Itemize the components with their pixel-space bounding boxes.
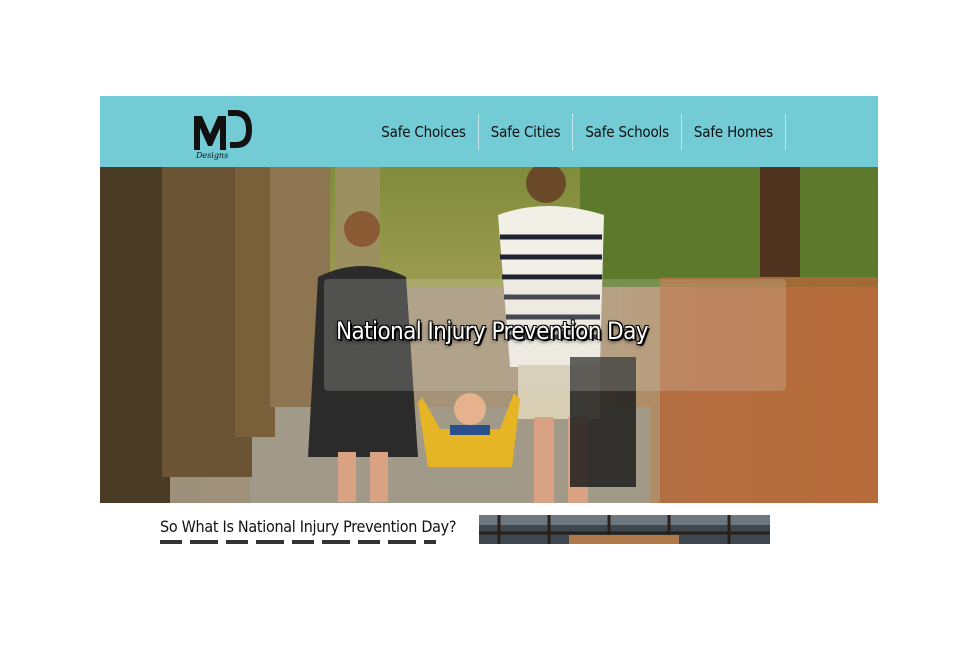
article-text-preview (160, 540, 438, 544)
article-title: So What Is National Injury Prevention Da… (160, 517, 457, 536)
nav-item-safe-schools[interactable]: Safe Schools (573, 114, 682, 150)
main-nav: Safe Choices Safe Cities Safe Schools Sa… (369, 114, 786, 150)
nav-item-safe-choices[interactable]: Safe Choices (369, 114, 479, 150)
nav-item-safe-cities[interactable]: Safe Cities (479, 114, 574, 150)
logo-subtext: Designs (195, 151, 228, 160)
article-image (479, 515, 770, 544)
md-logo-icon: Designs (194, 110, 252, 160)
article-section: So What Is National Injury Prevention Da… (100, 503, 878, 544)
site-logo[interactable]: Designs (190, 102, 254, 160)
hero-banner: National Injury Prevention Day (100, 167, 878, 503)
hero-title: National Injury Prevention Day (336, 317, 648, 345)
page-frame: Designs Safe Choices Safe Cities Safe Sc… (100, 96, 878, 544)
nav-item-safe-homes[interactable]: Safe Homes (682, 114, 786, 150)
site-header: Designs Safe Choices Safe Cities Safe Sc… (100, 96, 878, 167)
